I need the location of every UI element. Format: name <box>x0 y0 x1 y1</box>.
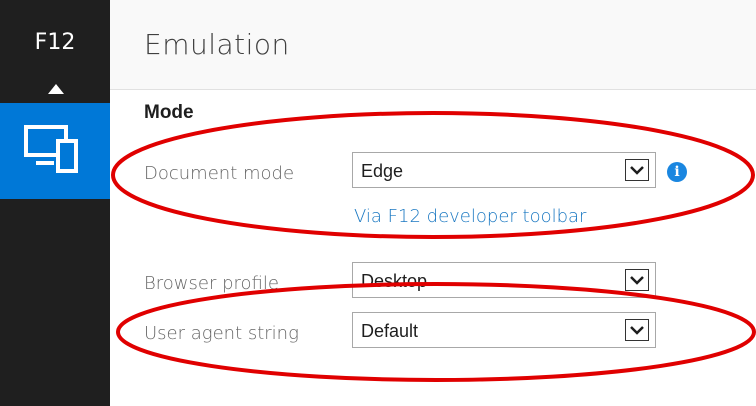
user-agent-select[interactable]: Default <box>352 312 656 348</box>
document-mode-value: Edge <box>361 161 404 181</box>
user-agent-label: User agent string <box>144 323 299 344</box>
browser-profile-label: Browser profile <box>144 273 279 294</box>
emulation-devices-icon <box>24 125 78 173</box>
browser-profile-value: Desktop <box>361 271 428 291</box>
user-agent-value: Default <box>361 321 419 341</box>
triangle-up-icon[interactable] <box>46 82 66 96</box>
emulation-tab[interactable] <box>0 103 110 199</box>
chevron-down-icon[interactable] <box>625 319 649 341</box>
mode-section-title: Mode <box>144 102 194 123</box>
document-mode-select[interactable]: Edge <box>352 152 656 188</box>
chevron-down-icon[interactable] <box>625 269 649 291</box>
sidebar: F12 <box>0 0 110 406</box>
browser-profile-select[interactable]: Desktop <box>352 262 656 298</box>
f12-title: F12 <box>34 30 76 55</box>
chevron-down-icon[interactable] <box>625 159 649 181</box>
page-title: Emulation <box>144 28 290 61</box>
document-mode-label: Document mode <box>144 163 295 184</box>
via-f12-link[interactable]: Via F12 developer toolbar <box>354 206 586 227</box>
panel-header: Emulation <box>110 0 756 90</box>
info-icon[interactable]: i <box>667 162 687 182</box>
